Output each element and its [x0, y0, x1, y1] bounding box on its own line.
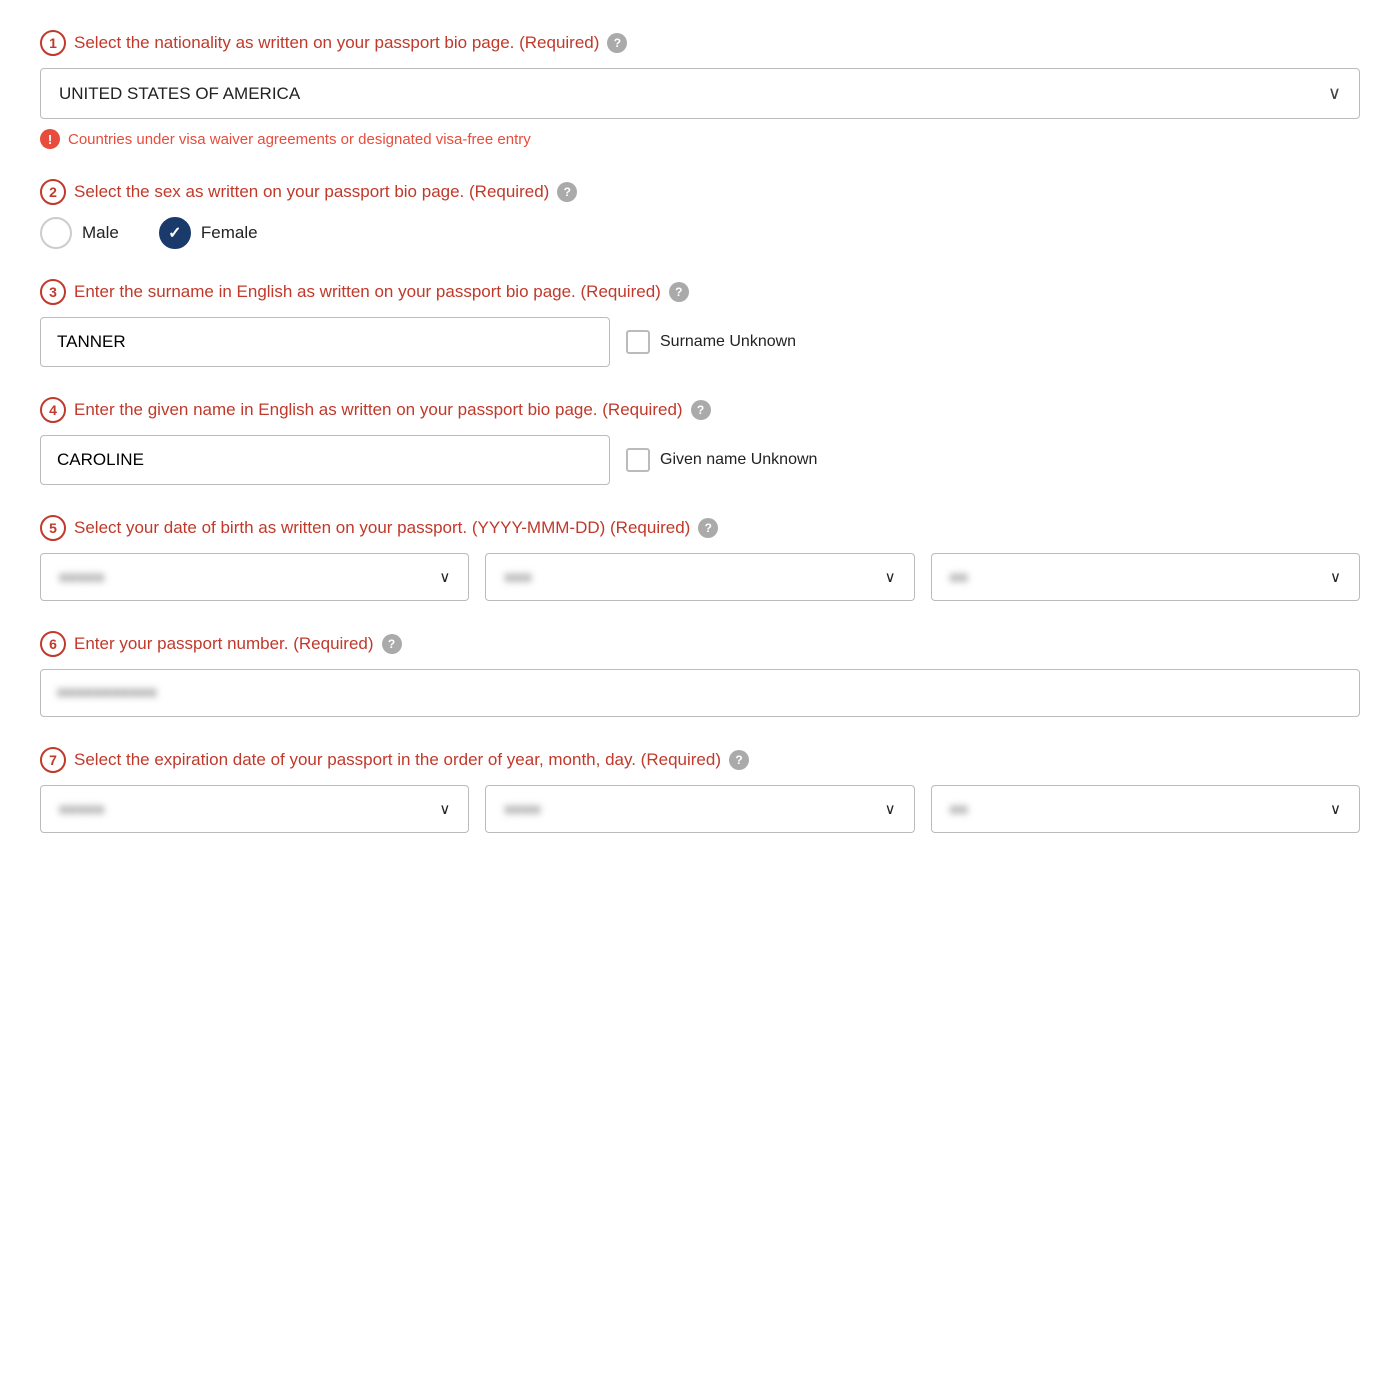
male-radio[interactable]: [40, 217, 72, 249]
female-option[interactable]: Female: [159, 217, 258, 249]
expiry-year-dropdown[interactable]: ●●●●● ∨: [40, 785, 469, 833]
female-label: Female: [201, 223, 258, 243]
q5-text: Select your date of birth as written on …: [74, 518, 690, 538]
q2-number: 2: [40, 179, 66, 205]
q3-help-icon[interactable]: ?: [669, 282, 689, 302]
female-radio[interactable]: [159, 217, 191, 249]
dob-day-chevron-icon: ∨: [1330, 568, 1341, 586]
q3-label: 3 Enter the surname in English as writte…: [40, 279, 1360, 305]
q6-label: 6 Enter your passport number. (Required)…: [40, 631, 1360, 657]
dob-year-chevron-icon: ∨: [439, 568, 450, 586]
q5-label: 5 Select your date of birth as written o…: [40, 515, 1360, 541]
surname-input[interactable]: [40, 317, 610, 367]
nationality-value: UNITED STATES OF AMERICA: [59, 84, 300, 104]
expiry-year-value: ●●●●●: [59, 801, 104, 818]
givenname-input[interactable]: [40, 435, 610, 485]
q6-text: Enter your passport number. (Required): [74, 634, 374, 654]
q5-help-icon[interactable]: ?: [698, 518, 718, 538]
givenname-section: 4 Enter the given name in English as wri…: [40, 397, 1360, 485]
givenname-unknown-option[interactable]: Given name Unknown: [626, 435, 817, 485]
q2-text: Select the sex as written on your passpo…: [74, 182, 549, 202]
givenname-unknown-checkbox[interactable]: [626, 448, 650, 472]
passport-number-field[interactable]: ●●●●●●●●●●●: [40, 669, 1360, 717]
passport-number-value: ●●●●●●●●●●●: [57, 684, 157, 701]
dob-section: 5 Select your date of birth as written o…: [40, 515, 1360, 601]
givenname-input-row: Given name Unknown: [40, 435, 1360, 485]
q6-number: 6: [40, 631, 66, 657]
dob-month-dropdown[interactable]: ●●● ∨: [485, 553, 914, 601]
dob-day-value: ●●: [950, 569, 968, 586]
q1-number: 1: [40, 30, 66, 56]
expiry-section: 7 Select the expiration date of your pas…: [40, 747, 1360, 833]
passport-number-section: 6 Enter your passport number. (Required)…: [40, 631, 1360, 717]
sex-radio-group: Male Female: [40, 217, 1360, 249]
expiry-month-chevron-icon: ∨: [885, 800, 896, 818]
surname-unknown-checkbox[interactable]: [626, 330, 650, 354]
male-option[interactable]: Male: [40, 217, 119, 249]
q7-help-icon[interactable]: ?: [729, 750, 749, 770]
q7-label: 7 Select the expiration date of your pas…: [40, 747, 1360, 773]
q6-help-icon[interactable]: ?: [382, 634, 402, 654]
warning-text: Countries under visa waiver agreements o…: [68, 131, 531, 148]
expiry-year-chevron-icon: ∨: [439, 800, 450, 818]
q7-text: Select the expiration date of your passp…: [74, 750, 721, 770]
q1-text: Select the nationality as written on you…: [74, 33, 599, 53]
visa-waiver-warning: ! Countries under visa waiver agreements…: [40, 129, 1360, 149]
q1-label: 1 Select the nationality as written on y…: [40, 30, 1360, 56]
q4-help-icon[interactable]: ?: [691, 400, 711, 420]
expiry-month-dropdown[interactable]: ●●●● ∨: [485, 785, 914, 833]
dob-date-row: ●●●●● ∨ ●●● ∨ ●● ∨: [40, 553, 1360, 601]
q7-number: 7: [40, 747, 66, 773]
q1-help-icon[interactable]: ?: [607, 33, 627, 53]
surname-section: 3 Enter the surname in English as writte…: [40, 279, 1360, 367]
expiry-date-row: ●●●●● ∨ ●●●● ∨ ●● ∨: [40, 785, 1360, 833]
dob-year-dropdown[interactable]: ●●●●● ∨: [40, 553, 469, 601]
nationality-dropdown[interactable]: UNITED STATES OF AMERICA ∨: [40, 68, 1360, 119]
male-label: Male: [82, 223, 119, 243]
dob-day-dropdown[interactable]: ●● ∨: [931, 553, 1360, 601]
dob-month-value: ●●●: [504, 569, 531, 586]
sex-section: 2 Select the sex as written on your pass…: [40, 179, 1360, 249]
q2-help-icon[interactable]: ?: [557, 182, 577, 202]
surname-unknown-label: Surname Unknown: [660, 333, 796, 351]
givenname-unknown-label: Given name Unknown: [660, 451, 817, 469]
expiry-month-value: ●●●●: [504, 801, 540, 818]
q4-text: Enter the given name in English as writt…: [74, 400, 683, 420]
expiry-day-dropdown[interactable]: ●● ∨: [931, 785, 1360, 833]
q4-number: 4: [40, 397, 66, 423]
surname-unknown-option[interactable]: Surname Unknown: [626, 317, 796, 367]
warning-icon: !: [40, 129, 60, 149]
dob-month-chevron-icon: ∨: [885, 568, 896, 586]
q2-label: 2 Select the sex as written on your pass…: [40, 179, 1360, 205]
surname-input-row: Surname Unknown: [40, 317, 1360, 367]
nationality-chevron-icon: ∨: [1328, 83, 1341, 104]
q3-text: Enter the surname in English as written …: [74, 282, 661, 302]
dob-year-value: ●●●●●: [59, 569, 104, 586]
q5-number: 5: [40, 515, 66, 541]
expiry-day-chevron-icon: ∨: [1330, 800, 1341, 818]
nationality-section: 1 Select the nationality as written on y…: [40, 30, 1360, 149]
q3-number: 3: [40, 279, 66, 305]
expiry-day-value: ●●: [950, 801, 968, 818]
q4-label: 4 Enter the given name in English as wri…: [40, 397, 1360, 423]
